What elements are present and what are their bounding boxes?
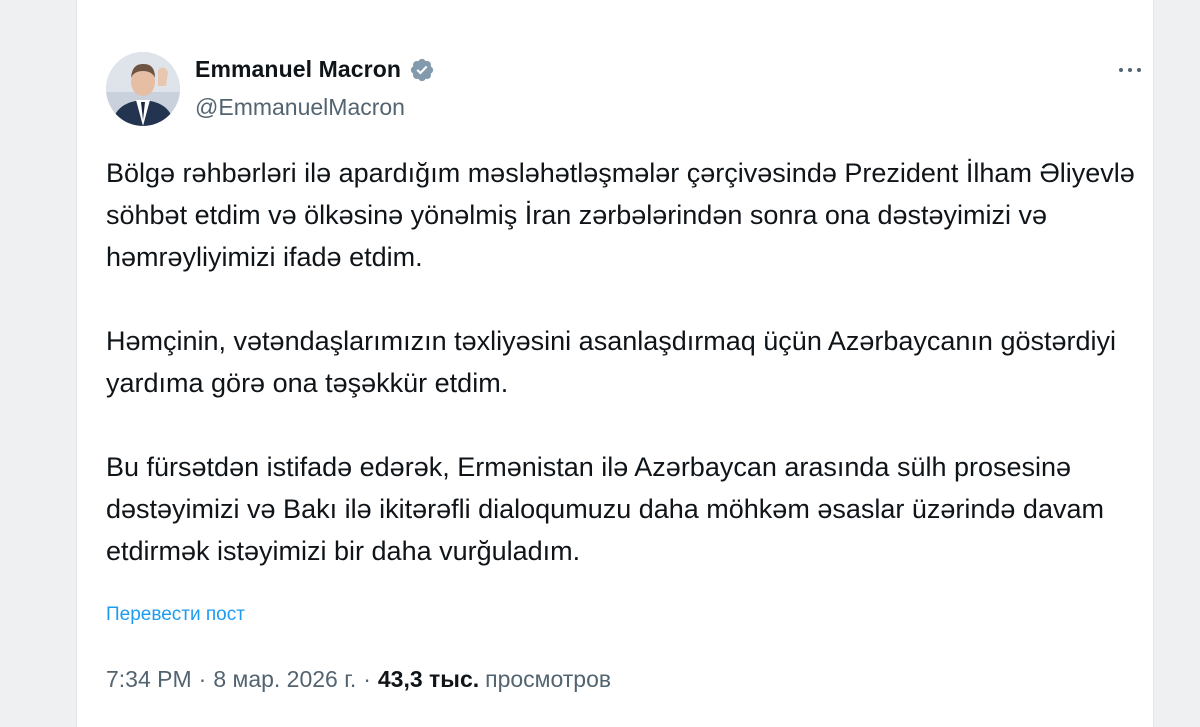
tweet-date[interactable]: 8 мар. 2026 г. (213, 666, 356, 693)
more-options-icon[interactable] (1113, 58, 1147, 82)
author-handle[interactable]: @EmmanuelMacron (195, 94, 405, 121)
meta-separator: · (363, 666, 371, 692)
translate-post-link[interactable]: Перевести пост (106, 604, 245, 626)
meta-separator: · (198, 666, 207, 692)
avatar[interactable] (106, 52, 180, 126)
verified-badge-icon (410, 58, 434, 81)
tweet-paragraph: Bölgə rəhbərləri ilə apardığım məsləhətl… (106, 158, 1135, 272)
author-display-name[interactable]: Emmanuel Macron (195, 56, 401, 83)
views-label: просмотров (485, 666, 612, 692)
views-count: 43,3 тыс. (377, 666, 480, 692)
tweet-paragraph: Həmçinin, vətəndaşlarımızın təxliyəsini … (106, 326, 1116, 398)
tweet-meta: 7:34 PM · 8 мар. 2026 г. · 43,3 тыс. про… (106, 666, 611, 693)
tweet-time[interactable]: 7:34 PM (106, 666, 192, 693)
tweet-card: Emmanuel Macron @EmmanuelMacron Bölgə rə… (76, 0, 1154, 727)
tweet-paragraph: Bu fürsətdən istifadə edərək, Ermənistan… (106, 452, 1104, 566)
tweet-text: Bölgə rəhbərləri ilə apardığım məsləhətl… (106, 152, 1136, 572)
author-name-row: Emmanuel Macron (195, 56, 435, 83)
